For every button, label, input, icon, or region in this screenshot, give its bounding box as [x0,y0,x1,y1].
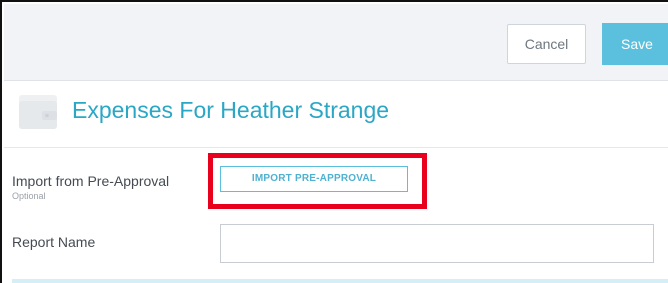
import-label: Import from Pre-Approval [12,173,170,189]
app-frame: Cancel Save Expenses For Heather Strange… [0,0,668,283]
save-button[interactable]: Save [602,23,668,65]
cancel-button[interactable]: Cancel [507,24,586,64]
section-divider [12,279,668,283]
page-header: Expenses For Heather Strange [4,81,668,148]
import-optional-label: Optional [12,191,46,201]
import-pre-approval-button[interactable]: IMPORT PRE-APPROVAL [220,166,408,192]
top-toolbar: Cancel Save [4,4,668,81]
wallet-icon [18,89,58,135]
page-title: Expenses For Heather Strange [72,97,390,123]
report-name-label: Report Name [12,234,96,250]
report-name-input[interactable] [220,224,654,263]
